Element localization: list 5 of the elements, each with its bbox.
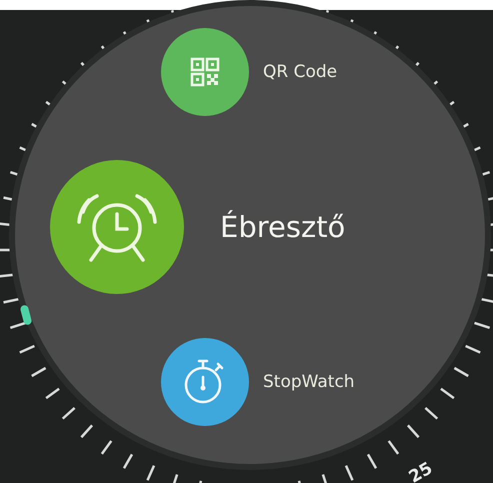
app-label[interactable]: StopWatch xyxy=(263,372,355,392)
app-label[interactable]: QR Code xyxy=(263,62,338,82)
app-label[interactable]: Ébresztő xyxy=(220,210,346,244)
qr-code-icon xyxy=(190,57,220,87)
bezel-number: 25 xyxy=(406,458,436,483)
